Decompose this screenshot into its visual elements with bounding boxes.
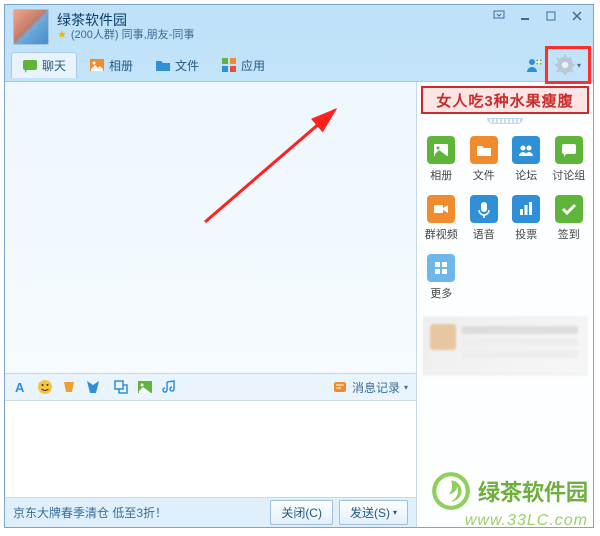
chevron-down-icon: ▾	[577, 61, 581, 70]
tab-apps-label: 应用	[241, 57, 265, 74]
maximize-button[interactable]	[539, 8, 563, 24]
footer-ad[interactable]: 京东大牌春季清仓 低至3折！	[13, 504, 264, 521]
app-bars[interactable]: 投票	[506, 195, 547, 242]
app-grid[interactable]: 更多	[421, 254, 462, 301]
title-bar: 绿茶软件园 ★ (200人群) 同事,朋友-同事	[5, 5, 593, 49]
app-label: 投票	[515, 226, 537, 242]
group-subtitle: (200人群) 同事,朋友-同事	[71, 29, 194, 42]
app-grid: 相册 文件 论坛讨论组群视频语音 投票 签到更多	[417, 128, 593, 309]
footer-bar: 京东大牌春季清仓 低至3折！ 关闭(C) 发送(S)▾	[5, 497, 416, 527]
ad-banner[interactable]: 女人吃3种水果瘦腹	[421, 86, 589, 114]
svg-text:A: A	[15, 380, 25, 395]
main-tab-bar: 聊天 相册 文件 应用 ▾	[5, 49, 593, 81]
tab-files[interactable]: 文件	[145, 53, 209, 78]
chat-pane: A 消息记录 ▾ 京东大牌春季清仓 低至3折！	[5, 82, 417, 527]
app-chat[interactable]: 讨论组	[549, 136, 590, 183]
gift-button[interactable]	[85, 379, 101, 395]
app-label: 讨论组	[552, 167, 585, 183]
side-panel: 女人吃3种水果瘦腹 相册 文件 论坛讨论组群视频语音 投票 签到更多	[417, 82, 593, 527]
app-image[interactable]: 相册	[421, 136, 462, 183]
message-area	[5, 82, 416, 373]
app-video[interactable]: 群视频	[421, 195, 462, 242]
app-label: 相册	[430, 167, 452, 183]
minimize-button[interactable]	[513, 8, 537, 24]
menu-down-button[interactable]	[487, 8, 511, 24]
chevron-down-icon: ▾	[404, 383, 408, 392]
gear-icon	[555, 55, 575, 75]
image-button[interactable]	[137, 379, 153, 395]
app-label: 论坛	[515, 167, 537, 183]
tab-chat-label: 聊天	[42, 57, 66, 74]
app-folder[interactable]: 文件	[464, 136, 505, 183]
app-mic[interactable]: 语音	[464, 195, 505, 242]
font-button[interactable]: A	[13, 379, 29, 395]
star-icon: ★	[57, 29, 67, 42]
close-button[interactable]	[565, 8, 589, 24]
annotation-arrow	[195, 102, 355, 232]
app-label: 签到	[558, 226, 580, 242]
message-log-button[interactable]: 消息记录 ▾	[332, 379, 408, 396]
screenshot-button[interactable]	[113, 379, 129, 395]
app-label: 群视频	[425, 226, 458, 242]
group-title: 绿茶软件园	[57, 12, 194, 29]
app-people[interactable]: 论坛	[506, 136, 547, 183]
app-label: 文件	[473, 167, 495, 183]
vip-face-button[interactable]	[61, 379, 77, 395]
panel-handle[interactable]	[417, 118, 593, 128]
tab-album-label: 相册	[109, 57, 133, 74]
tab-apps[interactable]: 应用	[211, 53, 275, 78]
emoji-button[interactable]	[37, 379, 53, 395]
tab-chat[interactable]: 聊天	[11, 52, 77, 78]
qq-group-window: 绿茶软件园 ★ (200人群) 同事,朋友-同事 聊天 相册 文件	[4, 4, 594, 528]
settings-gear-button[interactable]: ▾	[549, 50, 587, 80]
message-editor[interactable]	[5, 401, 416, 497]
app-label: 语音	[473, 226, 495, 242]
group-avatar[interactable]	[13, 9, 49, 45]
invite-member-button[interactable]	[521, 52, 547, 78]
send-button[interactable]: 发送(S)▾	[339, 500, 408, 525]
tab-album[interactable]: 相册	[79, 53, 143, 78]
editor-toolbar: A 消息记录 ▾	[5, 373, 416, 401]
app-check[interactable]: 签到	[549, 195, 590, 242]
close-chat-button[interactable]: 关闭(C)	[270, 500, 333, 525]
announcement-box	[423, 317, 587, 375]
tab-files-label: 文件	[175, 57, 199, 74]
app-label: 更多	[430, 285, 452, 301]
music-button[interactable]	[161, 379, 177, 395]
